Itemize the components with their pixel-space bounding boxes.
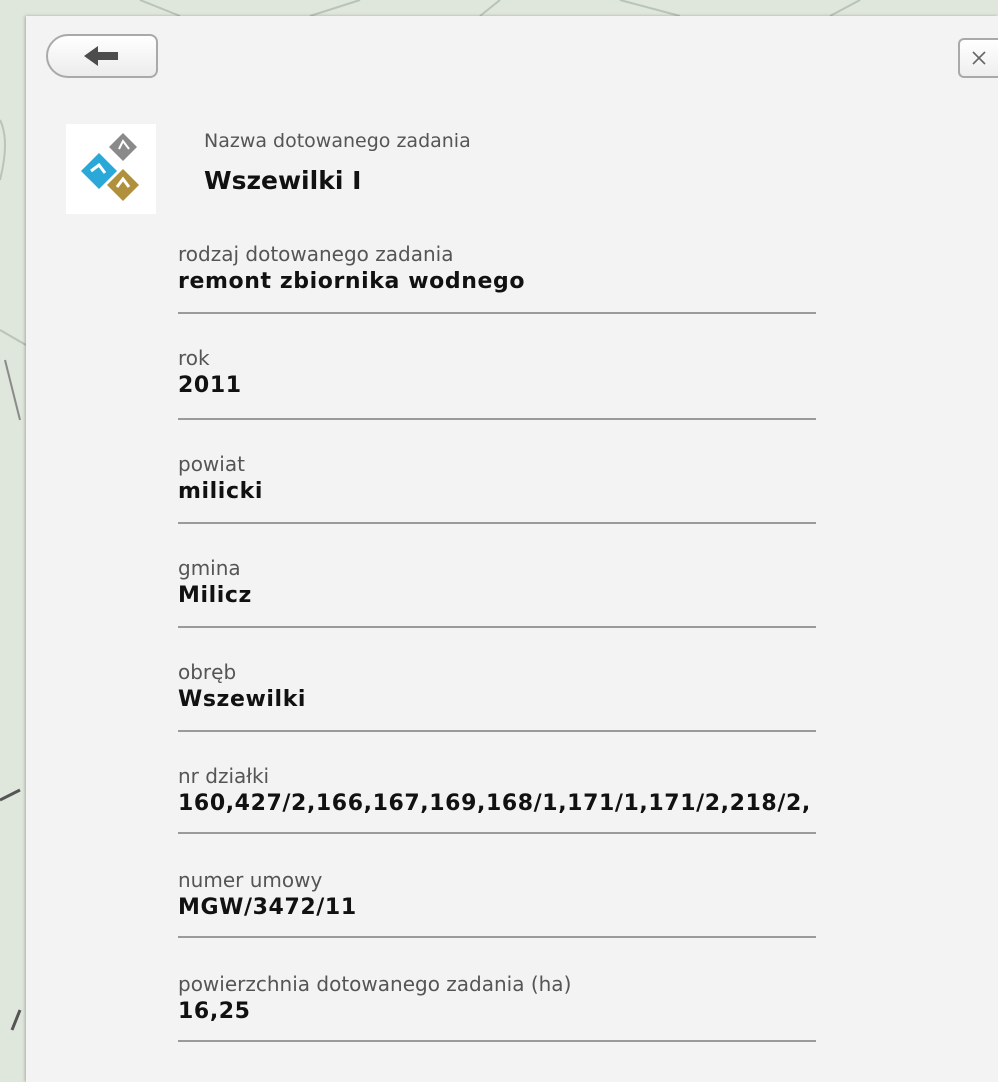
field-divider xyxy=(178,418,816,420)
header-label: Nazwa dotowanego zadania xyxy=(204,130,471,152)
layer-logo-icon xyxy=(81,133,139,201)
field-label: numer umowy xyxy=(178,868,323,892)
field-plot-number: nr działki 160,427/2,166,167,169,168/1,1… xyxy=(178,764,998,834)
field-label: rodzaj dotowanego zadania xyxy=(178,242,454,266)
field-label: gmina xyxy=(178,556,241,580)
field-value: Milicz xyxy=(178,583,252,608)
field-value: 160,427/2,166,167,169,168/1,171/1,171/2,… xyxy=(178,791,811,816)
field-divider xyxy=(178,522,816,524)
field-county: powiat milicki xyxy=(178,452,998,524)
field-year: rok 2011 xyxy=(178,346,998,420)
layer-logo xyxy=(66,124,156,214)
field-divider xyxy=(178,626,816,628)
feature-title: Wszewilki I xyxy=(204,166,362,195)
field-value: 2011 xyxy=(178,373,242,398)
field-task-type: rodzaj dotowanego zadania remont zbiorni… xyxy=(178,242,998,314)
field-value: MGW/3472/11 xyxy=(178,895,357,920)
field-label: rok xyxy=(178,346,210,370)
field-divider xyxy=(178,1040,816,1042)
field-label: nr działki xyxy=(178,764,270,788)
close-button[interactable] xyxy=(958,38,998,78)
field-divider xyxy=(178,936,816,938)
field-value: milicki xyxy=(178,479,263,504)
field-divider xyxy=(178,832,816,834)
field-contract-number: numer umowy MGW/3472/11 xyxy=(178,868,998,938)
field-value: Wszewilki xyxy=(178,687,307,712)
back-button[interactable] xyxy=(46,34,158,78)
close-x-icon xyxy=(972,51,986,65)
field-label: powiat xyxy=(178,452,245,476)
field-divider xyxy=(178,730,816,732)
field-value: remont zbiornika wodnego xyxy=(178,269,526,294)
field-commune: gmina Milicz xyxy=(178,556,998,628)
feature-info-panel: Nazwa dotowanego zadania Wszewilki I rod… xyxy=(26,16,998,1082)
field-label: powierzchnia dotowanego zadania (ha) xyxy=(178,972,572,996)
field-divider xyxy=(178,312,816,314)
field-value: 16,25 xyxy=(178,999,251,1024)
field-precinct: obręb Wszewilki xyxy=(178,660,998,732)
field-label: obręb xyxy=(178,660,237,684)
back-arrow-icon xyxy=(84,46,118,66)
field-area: powierzchnia dotowanego zadania (ha) 16,… xyxy=(178,972,998,1042)
